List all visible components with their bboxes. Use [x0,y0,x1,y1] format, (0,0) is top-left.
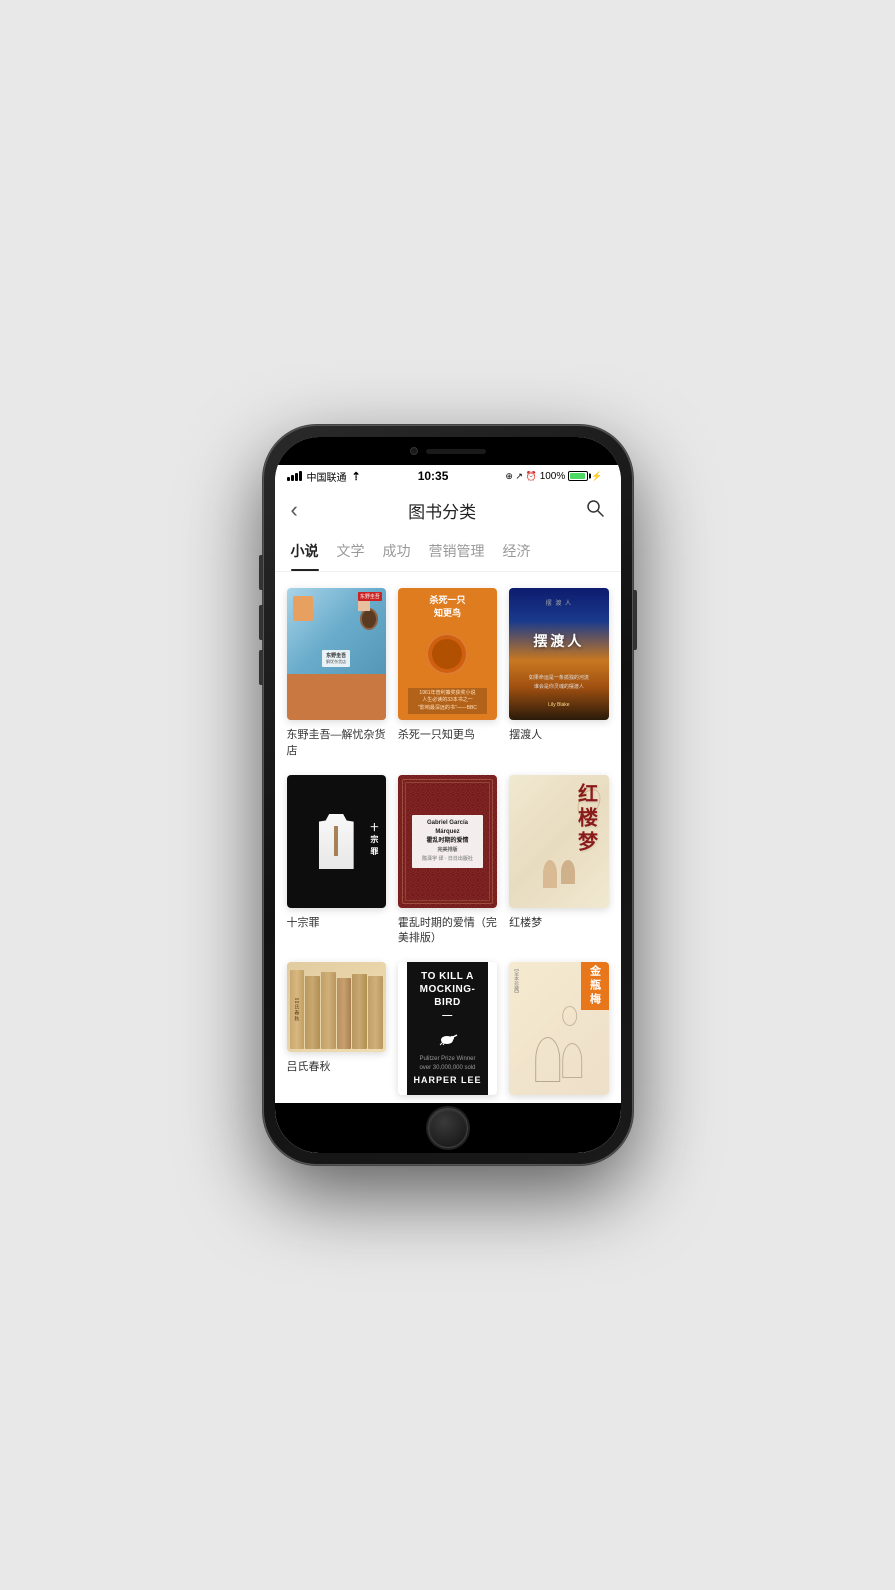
camera-dot [410,447,418,455]
tab-yingxiao[interactable]: 营销管理 [429,533,485,571]
book-cover-6: 红楼梦 [509,775,608,907]
list-item[interactable]: 十宗罪 十宗罪 [287,775,386,946]
lightning-icon: ⚡ [591,471,602,482]
status-icons: ⊕ ↗ ⏰ [505,471,536,482]
wifi-icon: ⇡ [352,470,361,483]
book-title-7: 吕氏春秋 [287,1060,386,1075]
list-item[interactable]: 摆 渡 人 摆渡人 如果命运是一条孤独的河流谁会是你灵魂的摆渡人 Lily Bl… [509,588,608,759]
tkam-author-text: Pulitzer Prize Winner over 30,000,000 so… [413,1056,481,1087]
battery-icon-container [568,471,588,481]
status-left: 中国联通 ⇡ [287,469,361,484]
cover3-layout: 摆 渡 人 摆渡人 如果命运是一条孤独的河流谁会是你灵魂的摆渡人 Lily Bl… [509,588,608,720]
status-right: ⊕ ↗ ⏰ 100% ⚡ [505,471,602,482]
book-cover-2: 杀死一只知更鸟 1961年普利策奖获奖小说人生必读的33本书之一"影响最深远的书… [398,588,497,720]
signal-bar-2 [291,475,294,481]
tab-wenxue[interactable]: 文学 [337,533,365,571]
search-button[interactable] [586,499,604,522]
book-title-1: 东野圭吾—解忧杂货店 [287,728,386,759]
tkam-cover: TO KILL AMOCKING-BIRD— [407,962,487,1094]
carrier-text: 中国联通 [307,469,347,484]
list-item[interactable]: 吕氏春秋 吕氏春秋 [287,962,386,1103]
app-header: ‹ 图书分类 [275,487,621,533]
battery-fill [570,473,584,479]
book-cover-1: 东野圭吾 解忧杂货店 东野圭吾 [287,588,386,720]
home-button[interactable] [428,1108,468,1148]
signal-bar-1 [287,477,290,481]
signal-bars [287,471,302,481]
book-grid: 东野圭吾 解忧杂货店 东野圭吾 东野圭吾—解忧杂货店 杀死一只知更鸟 [275,572,621,1103]
book-title-2: 杀死一只知更鸟 [398,728,497,743]
battery-percent: 100% [540,471,566,482]
book-cover-8: TO KILL AMOCKING-BIRD— [398,962,497,1094]
battery-icon [568,471,588,481]
signal-bar-4 [299,471,302,481]
list-item[interactable]: 杀死一只知更鸟 1961年普利策奖获奖小说人生必读的33本书之一"影响最深远的书… [398,588,497,759]
list-item[interactable]: 金瓶梅 【全本珍藏】 金瓶梅 [509,962,608,1103]
book-title-5: 霍乱时期的爱情（完美排版） [398,916,497,947]
bird-icon [435,1030,459,1048]
book-cover-9: 金瓶梅 【全本珍藏】 [509,962,608,1094]
book-cover-4: 十宗罪 [287,775,386,907]
tab-jingji[interactable]: 经济 [503,533,531,571]
phone-screen: 中国联通 ⇡ 10:35 ⊕ ↗ ⏰ 100% ⚡ ‹ 图书分类 [275,437,621,1153]
phone-top-bar [275,437,621,465]
book-cover-3: 摆 渡 人 摆渡人 如果命运是一条孤独的河流谁会是你灵魂的摆渡人 Lily Bl… [509,588,608,720]
list-item[interactable]: 东野圭吾 解忧杂货店 东野圭吾 东野圭吾—解忧杂货店 [287,588,386,759]
category-tabs: 小说 文学 成功 营销管理 经济 [275,533,621,572]
status-bar: 中国联通 ⇡ 10:35 ⊕ ↗ ⏰ 100% ⚡ [275,465,621,487]
phone-device: 中国联通 ⇡ 10:35 ⊕ ↗ ⏰ 100% ⚡ ‹ 图书分类 [263,425,633,1165]
book-title-3: 摆渡人 [509,728,608,743]
speaker-bar [426,449,486,454]
signal-bar-3 [295,473,298,481]
page-title: 图书分类 [408,498,476,523]
tkam-title: TO KILL AMOCKING-BIRD— [420,970,476,1022]
list-item[interactable]: 红楼梦 红楼梦 [509,775,608,946]
list-item[interactable]: Gabriel García Márquez霍乱时期的爱情完美排版陈泽宇 译 ·… [398,775,497,946]
book-title-4: 十宗罪 [287,916,386,931]
tab-xiaoshuo[interactable]: 小说 [291,533,319,571]
back-button[interactable]: ‹ [291,497,298,523]
book-title-6: 红楼梦 [509,916,608,931]
list-item[interactable]: TO KILL AMOCKING-BIRD— [398,962,497,1103]
status-time: 10:35 [418,469,449,483]
book-cover-7: 吕氏春秋 [287,962,386,1052]
book-cover-5: Gabriel García Márquez霍乱时期的爱情完美排版陈泽宇 译 ·… [398,775,497,907]
app-content[interactable]: ‹ 图书分类 小说 文学 成功 营销管理 经济 [275,487,621,1103]
phone-bottom-bar [275,1103,621,1153]
tab-chenggong[interactable]: 成功 [383,533,411,571]
